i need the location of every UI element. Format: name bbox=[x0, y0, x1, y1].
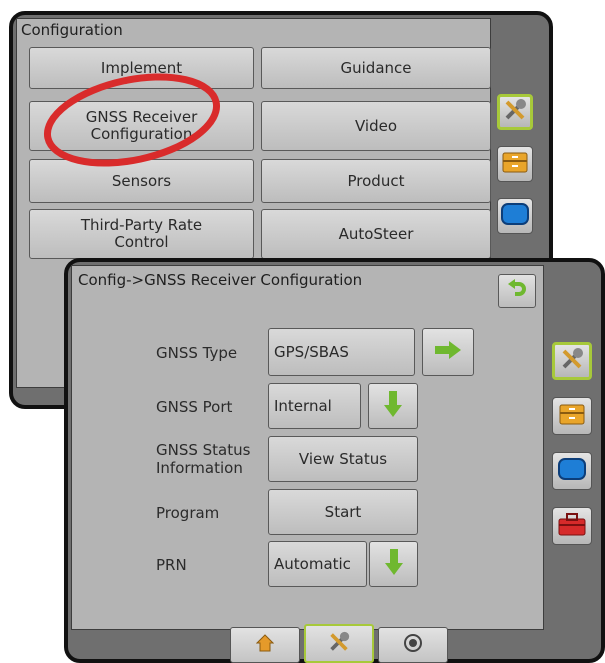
back-button[interactable] bbox=[498, 274, 536, 308]
gnss-type-next-button[interactable] bbox=[422, 328, 474, 376]
prn-dropdown-button[interactable] bbox=[369, 541, 418, 587]
autosteer-button[interactable]: AutoSteer bbox=[261, 209, 491, 259]
tools-icon bbox=[559, 346, 585, 376]
prn-value[interactable]: Automatic bbox=[268, 541, 367, 587]
gnss-config-title: Config->GNSS Receiver Configuration bbox=[78, 271, 363, 289]
monitor-icon bbox=[558, 458, 586, 484]
sidebar-data-button[interactable] bbox=[552, 397, 592, 435]
arrow-down-icon bbox=[384, 549, 403, 579]
undo-arrow-icon bbox=[507, 279, 527, 303]
tab-guidance[interactable] bbox=[378, 627, 448, 663]
tools-icon bbox=[502, 97, 528, 127]
target-icon bbox=[403, 633, 423, 657]
file-cabinet-icon bbox=[502, 151, 528, 177]
third-party-rate-control-button[interactable]: Third-Party Rate Control bbox=[29, 209, 254, 259]
sidebar-tools-button[interactable] bbox=[497, 94, 533, 130]
product-button[interactable]: Product bbox=[261, 159, 491, 203]
home-icon bbox=[255, 634, 275, 656]
file-cabinet-icon bbox=[559, 403, 585, 429]
view-status-button[interactable]: View Status bbox=[268, 436, 418, 482]
gnss-port-value[interactable]: Internal bbox=[268, 383, 361, 429]
gnss-config-panel: Config->GNSS Receiver Configuration GNSS… bbox=[71, 265, 544, 630]
sidebar-display-button[interactable] bbox=[497, 198, 533, 234]
gnss-receiver-configuration-screen: Config->GNSS Receiver Configuration GNSS… bbox=[64, 258, 605, 663]
sidebar-toolbox-button[interactable] bbox=[552, 507, 592, 545]
video-button[interactable]: Video bbox=[261, 101, 491, 151]
configuration-title: Configuration bbox=[21, 21, 123, 39]
gnss-type-label: GNSS Type bbox=[156, 344, 238, 362]
sidebar-tools-button[interactable] bbox=[552, 342, 592, 380]
program-label: Program bbox=[156, 504, 220, 522]
arrow-right-icon bbox=[435, 341, 461, 363]
prn-label: PRN bbox=[156, 556, 187, 574]
monitor-icon bbox=[501, 203, 529, 229]
highlight-ring bbox=[43, 73, 221, 167]
gnss-type-value[interactable]: GPS/SBAS bbox=[268, 328, 415, 376]
guidance-button[interactable]: Guidance bbox=[261, 47, 491, 89]
program-start-button[interactable]: Start bbox=[268, 489, 418, 535]
gnss-port-dropdown-button[interactable] bbox=[368, 383, 418, 429]
gnss-port-label: GNSS Port bbox=[156, 398, 233, 416]
toolbox-icon bbox=[558, 512, 586, 540]
gnss-status-information-label: GNSS Status Information bbox=[156, 441, 251, 477]
tab-home[interactable] bbox=[230, 627, 300, 663]
tools-icon bbox=[327, 630, 351, 658]
arrow-down-icon bbox=[384, 391, 402, 421]
sidebar-display-button[interactable] bbox=[552, 452, 592, 490]
sidebar-data-button[interactable] bbox=[497, 146, 533, 182]
tab-configuration[interactable] bbox=[304, 624, 374, 663]
